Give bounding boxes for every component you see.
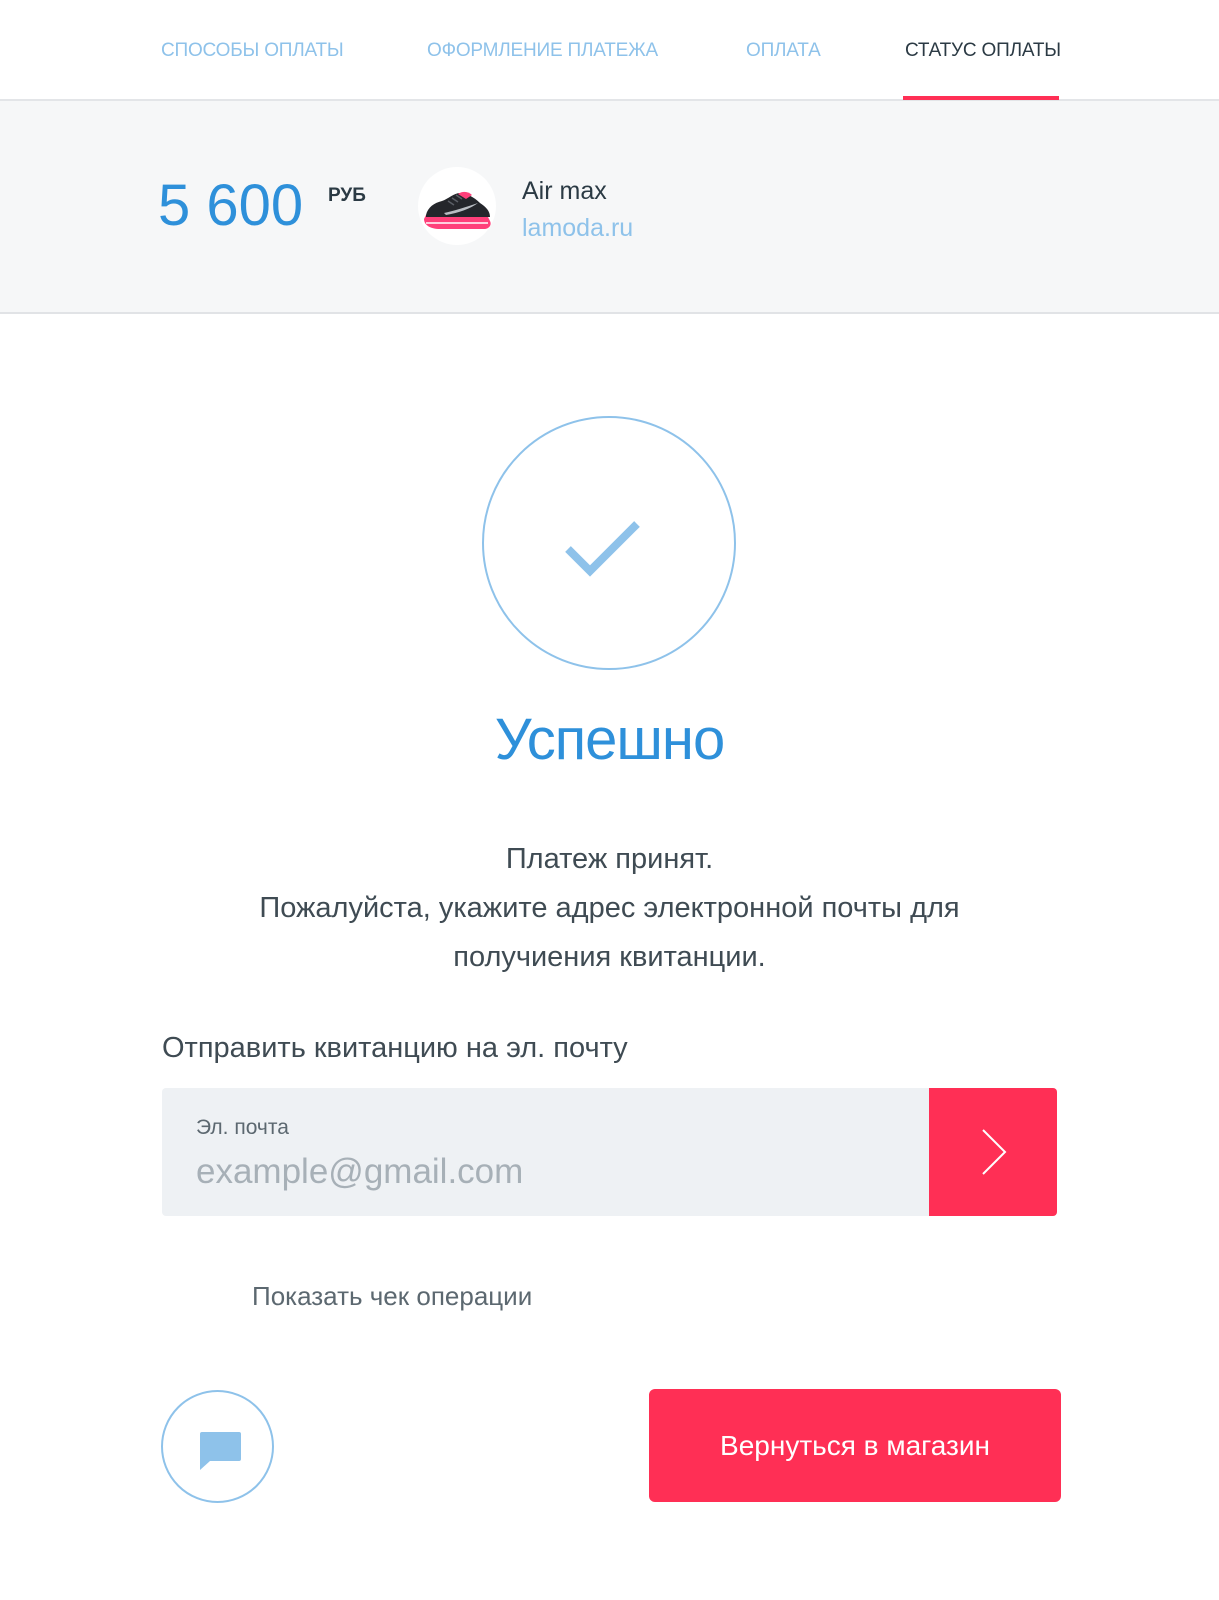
product-name: Air max [522, 177, 607, 205]
order-summary: 5 600 РУБ Air max lamoda.ru [0, 101, 1219, 314]
email-input[interactable] [196, 1148, 896, 1196]
success-title: Успешно [494, 707, 725, 772]
message-line: Платеж принят. [505, 843, 714, 875]
chat-bubble-icon [200, 1432, 241, 1470]
tab-payment-methods[interactable]: СПОСОБЫ ОПЛАТЫ [161, 40, 344, 62]
send-receipt-button[interactable] [929, 1088, 1057, 1216]
payment-amount: 5 600 [158, 173, 304, 238]
email-field-container[interactable]: Эл. почта [162, 1088, 929, 1216]
checkmark-icon [565, 521, 640, 577]
payment-steps-nav: СПОСОБЫ ОПЛАТЫ ОФОРМЛЕНИЕ ПЛАТЕЖА ОПЛАТА… [0, 0, 1219, 101]
success-status-circle [482, 416, 736, 670]
email-receipt-heading: Отправить квитанцию на эл. почту [162, 1032, 628, 1064]
message-line: получиения квитанции. [453, 941, 766, 973]
success-message: Платеж принят. Пожалуйста, укажите адрес… [0, 835, 1219, 982]
message-line: Пожалуйста, укажите адрес электронной по… [259, 892, 960, 924]
payment-currency: РУБ [328, 185, 366, 206]
tab-payment-status[interactable]: СТАТУС ОПЛАТЫ [905, 40, 1061, 62]
chat-button[interactable] [161, 1390, 274, 1503]
chevron-right-icon [982, 1129, 1007, 1175]
email-field-label: Эл. почта [196, 1116, 289, 1139]
tab-payment[interactable]: ОПЛАТА [746, 40, 821, 62]
sneaker-icon [418, 167, 496, 245]
return-to-shop-button[interactable]: Вернуться в магазин [649, 1389, 1061, 1502]
show-receipt-link[interactable]: Показать чек операции [252, 1281, 532, 1312]
tab-payment-details[interactable]: ОФОРМЛЕНИЕ ПЛАТЕЖА [427, 40, 658, 62]
shop-link[interactable]: lamoda.ru [522, 214, 633, 243]
active-tab-indicator [903, 96, 1059, 100]
